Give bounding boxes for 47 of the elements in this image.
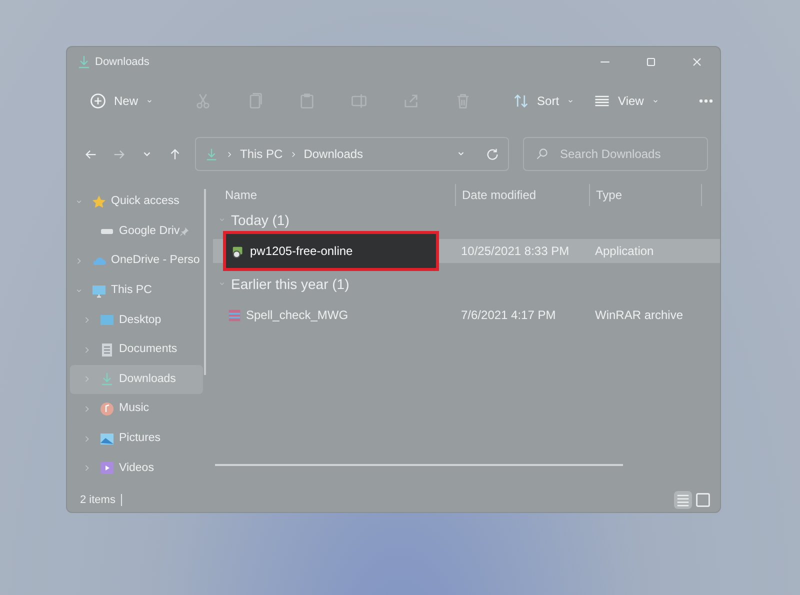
sidebar-item[interactable]: Music <box>70 394 203 424</box>
address-bar[interactable]: This PC Downloads <box>195 137 509 171</box>
sidebar-item[interactable]: This PC <box>70 276 203 306</box>
sidebar-item[interactable]: Videos <box>70 453 203 483</box>
breadcrumb[interactable]: Downloads <box>304 145 364 163</box>
document-icon <box>99 342 115 358</box>
monitor-icon <box>91 282 107 299</box>
column-header[interactable]: Name <box>213 184 455 206</box>
download-icon <box>76 54 92 70</box>
view-button[interactable]: View <box>585 84 668 118</box>
share-icon <box>402 92 420 110</box>
rename-icon <box>350 92 368 110</box>
clipboard-icon <box>298 92 316 110</box>
status-text: 2 items <box>80 492 116 508</box>
group-header[interactable]: Today (1) <box>231 210 290 230</box>
window-title: Downloads <box>95 54 150 70</box>
sidebar-item[interactable]: Quick access <box>70 187 203 217</box>
preview-pane-icon[interactable] <box>694 491 712 509</box>
search-icon <box>535 147 549 161</box>
music-icon <box>99 400 115 417</box>
sidebar-item[interactable]: Pictures <box>70 424 203 454</box>
sidebar-item[interactable]: Desktop <box>70 305 203 335</box>
download-icon <box>204 146 219 162</box>
sort-icon <box>512 92 530 110</box>
sidebar-item[interactable]: Google Driv <box>70 216 203 246</box>
file-name[interactable]: pw1205-free-online <box>250 242 353 260</box>
details-view-icon[interactable] <box>674 491 692 509</box>
column-header[interactable]: Date modified <box>455 184 589 206</box>
search-field[interactable]: Search Downloads <box>523 137 708 171</box>
file-row[interactable]: Spell_check_MWG 7/6/2021 4:17 PM WinRAR archive <box>213 295 720 335</box>
sort-button[interactable]: Sort <box>504 84 584 118</box>
plus-circle-icon <box>89 92 107 110</box>
column-header[interactable]: Type <box>589 184 701 206</box>
new-button[interactable]: New <box>81 84 162 118</box>
breadcrumb[interactable]: This PC <box>240 145 283 163</box>
sidebar-item[interactable]: OneDrive - Perso <box>70 246 203 276</box>
video-icon <box>99 460 115 476</box>
file-row[interactable]: pw1205-free-online 10/25/2021 8:33 PM Application <box>213 231 720 271</box>
group-header[interactable]: Earlier this year (1) <box>231 274 350 294</box>
sidebar-item[interactable]: Documents <box>70 334 203 365</box>
star-icon <box>91 194 107 210</box>
archive-icon <box>227 308 242 322</box>
scrollbar[interactable] <box>215 464 623 466</box>
download-icon <box>99 371 115 388</box>
picture-icon <box>99 430 115 447</box>
refresh-icon[interactable] <box>485 146 500 162</box>
sidebar-item[interactable]: Downloads <box>70 364 203 394</box>
